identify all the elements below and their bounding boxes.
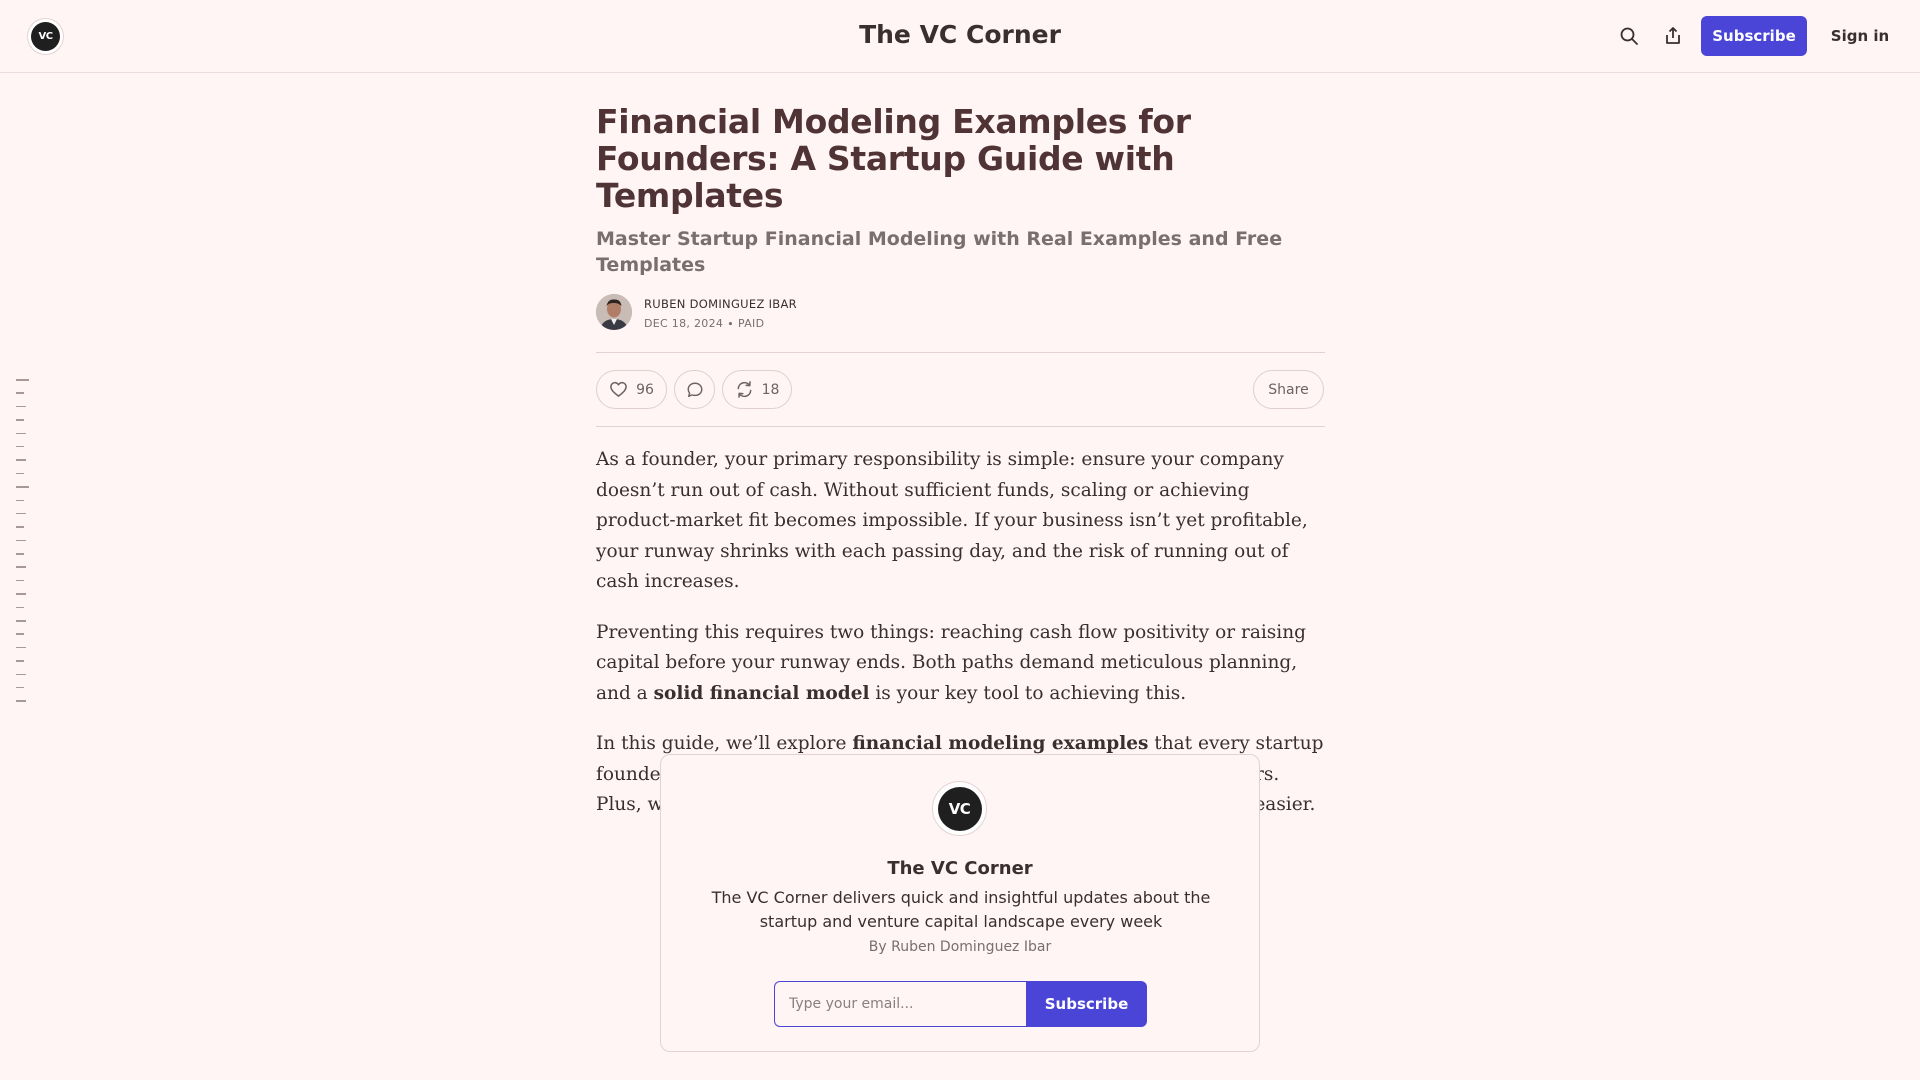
toc-marker[interactable] [16, 459, 26, 461]
heart-icon [610, 381, 627, 397]
publication-name: The VC Corner [887, 858, 1033, 879]
toc-marker[interactable] [16, 539, 26, 542]
toc-marker[interactable] [16, 660, 24, 662]
toc-marker[interactable] [16, 686, 24, 689]
toc-marker[interactable] [16, 593, 26, 595]
subscribe-button[interactable]: Subscribe [1701, 16, 1807, 56]
subscribe-form: Subscribe [774, 981, 1147, 1027]
like-count: 96 [636, 381, 654, 398]
toc-marker[interactable] [16, 673, 26, 676]
toc-marker[interactable] [16, 486, 29, 488]
table-of-contents-rail[interactable] [16, 379, 30, 714]
post-title: Financial Modeling Examples for Founders… [596, 102, 1191, 215]
toc-marker[interactable] [16, 633, 24, 635]
toc-marker[interactable] [16, 432, 26, 435]
restack-icon [737, 381, 752, 398]
toc-marker[interactable] [16, 419, 24, 421]
author-avatar[interactable] [596, 294, 632, 330]
body-paragraph: Preventing this requires two things: rea… [596, 618, 1325, 710]
toc-marker[interactable] [16, 472, 24, 475]
text-run: As a founder, your primary responsibilit… [596, 449, 1308, 592]
toc-marker[interactable] [16, 405, 26, 408]
post-actions: 96 18 Share [596, 353, 1325, 426]
share-label: Share [1268, 381, 1309, 398]
text-run: is your key tool to achieving this. [869, 682, 1187, 704]
toc-marker[interactable] [16, 579, 24, 582]
post-meta: DEC 18, 2024 ∙ PAID [644, 317, 764, 330]
subscribe-widget: VC The VC Corner The VC Corner delivers … [660, 754, 1260, 1052]
publication-description: The VC Corner delivers quick and insight… [711, 888, 1211, 931]
toc-marker[interactable] [16, 620, 26, 622]
restack-count: 18 [761, 381, 780, 398]
publication-logo[interactable]: VC [932, 781, 987, 836]
byline: RUBEN DOMINGUEZ IBAR DEC 18, 2024 ∙ PAID [596, 292, 1325, 332]
toc-marker[interactable] [16, 526, 24, 528]
toc-marker[interactable] [16, 700, 26, 702]
article: Financial Modeling Examples for Founders… [596, 103, 1325, 841]
subscribe-submit-button[interactable]: Subscribe [1026, 981, 1147, 1027]
bold-text: financial modeling examples [852, 733, 1149, 754]
text-run: In this guide, we’ll explore [596, 733, 853, 754]
post-subtitle: Master Startup Financial Modeling with R… [596, 228, 1283, 276]
author-name[interactable]: RUBEN DOMINGUEZ IBAR [644, 297, 797, 311]
sign-in-button[interactable]: Sign in [1820, 16, 1900, 56]
restack-button[interactable]: 18 [722, 370, 792, 409]
comment-button[interactable] [674, 370, 715, 409]
toc-marker[interactable] [16, 646, 26, 649]
access-badge: PAID [737, 317, 765, 330]
like-button[interactable]: 96 [596, 370, 667, 409]
share-icon[interactable] [1661, 24, 1685, 48]
top-navbar: VC The VC Corner Subscribe Sign in [0, 0, 1920, 73]
search-icon[interactable] [1617, 24, 1641, 48]
toc-marker[interactable] [16, 499, 24, 502]
comment-icon [687, 382, 702, 397]
meta-separator: ∙ [726, 317, 735, 330]
toc-marker[interactable] [16, 512, 26, 515]
email-input[interactable] [774, 981, 1026, 1027]
toc-marker[interactable] [16, 553, 24, 555]
toc-marker[interactable] [16, 606, 24, 609]
toc-marker[interactable] [16, 445, 24, 448]
post-date: DEC 18, 2024 [644, 317, 724, 330]
bold-text: solid financial model [653, 682, 870, 704]
toc-marker[interactable] [16, 392, 24, 394]
body-paragraph: As a founder, your primary responsibilit… [596, 445, 1325, 598]
publication-byline: By Ruben Dominguez Ibar [868, 939, 1052, 955]
toc-marker[interactable] [16, 566, 26, 568]
share-post-button[interactable]: Share [1253, 370, 1324, 409]
toc-marker[interactable] [16, 379, 29, 381]
logo-badge: VC [937, 786, 982, 831]
divider [596, 426, 1325, 427]
